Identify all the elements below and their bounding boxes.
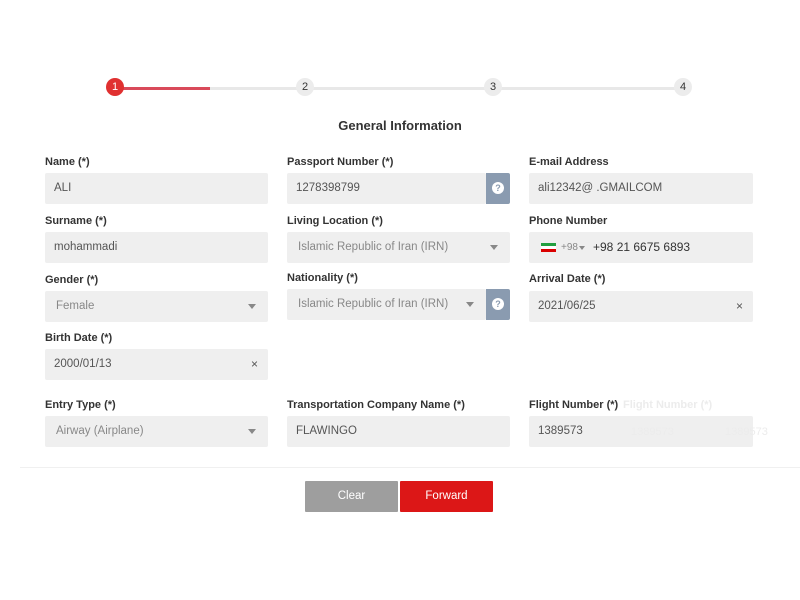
transport-company-label: Transportation Company Name (*): [287, 399, 465, 411]
close-icon[interactable]: ×: [736, 291, 743, 322]
phone-number-value: +98 21 6675 6893: [593, 240, 691, 254]
living-location-select[interactable]: Islamic Republic of Iran (IRN): [287, 232, 510, 263]
entry-type-select[interactable]: Airway (Airplane): [45, 416, 268, 447]
chevron-down-icon: [490, 245, 498, 250]
progress-stepper: 1 2 3 4: [106, 78, 692, 98]
step-2[interactable]: 2: [296, 78, 314, 96]
email-value: ali12342@ .GMAILCOM: [538, 182, 663, 194]
surname-label: Surname (*): [45, 215, 107, 227]
arrival-date-value: 2021/06/25: [538, 300, 596, 312]
birth-date-input[interactable]: 2000/01/13 ×: [45, 349, 268, 380]
birth-date-value: 2000/01/13: [54, 358, 112, 370]
birth-date-label: Birth Date (*): [45, 332, 113, 344]
forward-button[interactable]: Forward: [400, 481, 493, 512]
email-input[interactable]: ali12342@ .GMAILCOM: [529, 173, 753, 204]
email-label: E-mail Address: [529, 156, 609, 168]
surname-input[interactable]: mohammadi: [45, 232, 268, 263]
living-location-value: Islamic Republic of Iran (IRN): [298, 241, 449, 253]
flight-number-ghost-label: Flight Number (*): [623, 399, 713, 411]
phone-number-label: Phone Number: [529, 215, 608, 227]
flight-number-value: 1389573: [538, 425, 583, 437]
entry-type-label: Entry Type (*): [45, 399, 116, 411]
name-input[interactable]: ALI: [45, 173, 268, 204]
arrival-date-label: Arrival Date (*): [529, 273, 606, 285]
phone-number-input[interactable]: +98 +98 21 6675 6893: [529, 232, 753, 263]
stepper-progress: [115, 87, 210, 90]
chevron-down-icon: [248, 429, 256, 434]
transport-company-input[interactable]: FLAWINGO: [287, 416, 510, 447]
form-divider: [20, 467, 800, 468]
step-3[interactable]: 3: [484, 78, 502, 96]
nationality-help-button[interactable]: ?: [486, 289, 510, 320]
question-circle-icon: ?: [492, 298, 504, 310]
passport-number-input[interactable]: 1278398799: [287, 173, 486, 204]
entry-type-value: Airway (Airplane): [56, 425, 144, 437]
passport-help-button[interactable]: ?: [486, 173, 510, 204]
gender-label: Gender (*): [45, 274, 99, 286]
flight-number-ghost-value-2: 1389573: [725, 426, 768, 438]
name-value: ALI: [54, 182, 72, 194]
nationality-select[interactable]: Islamic Republic of Iran (IRN): [287, 289, 486, 320]
chevron-down-icon: [579, 246, 585, 250]
step-4[interactable]: 4: [674, 78, 692, 96]
passport-number-label: Passport Number (*): [287, 156, 394, 168]
chevron-down-icon: [466, 302, 474, 307]
arrival-date-input[interactable]: 2021/06/25 ×: [529, 291, 753, 322]
chevron-down-icon: [248, 304, 256, 309]
close-icon[interactable]: ×: [251, 349, 258, 380]
gender-select[interactable]: Female: [45, 291, 268, 322]
clear-button[interactable]: Clear: [305, 481, 398, 512]
flight-number-ghost-value: 1389573: [631, 426, 674, 438]
section-title: General Information: [338, 118, 462, 133]
surname-value: mohammadi: [54, 241, 118, 253]
name-label: Name (*): [45, 156, 90, 168]
passport-number-value: 1278398799: [296, 182, 360, 194]
gender-value: Female: [56, 300, 95, 312]
country-code[interactable]: +98: [561, 232, 578, 263]
nationality-label: Nationality (*): [287, 272, 358, 284]
flight-number-label: Flight Number (*): [529, 399, 619, 411]
iran-flag-icon[interactable]: [541, 243, 556, 252]
step-1[interactable]: 1: [106, 78, 124, 96]
living-location-label: Living Location (*): [287, 215, 383, 227]
question-circle-icon: ?: [492, 182, 504, 194]
transport-company-value: FLAWINGO: [296, 425, 357, 437]
nationality-value: Islamic Republic of Iran (IRN): [298, 298, 449, 310]
